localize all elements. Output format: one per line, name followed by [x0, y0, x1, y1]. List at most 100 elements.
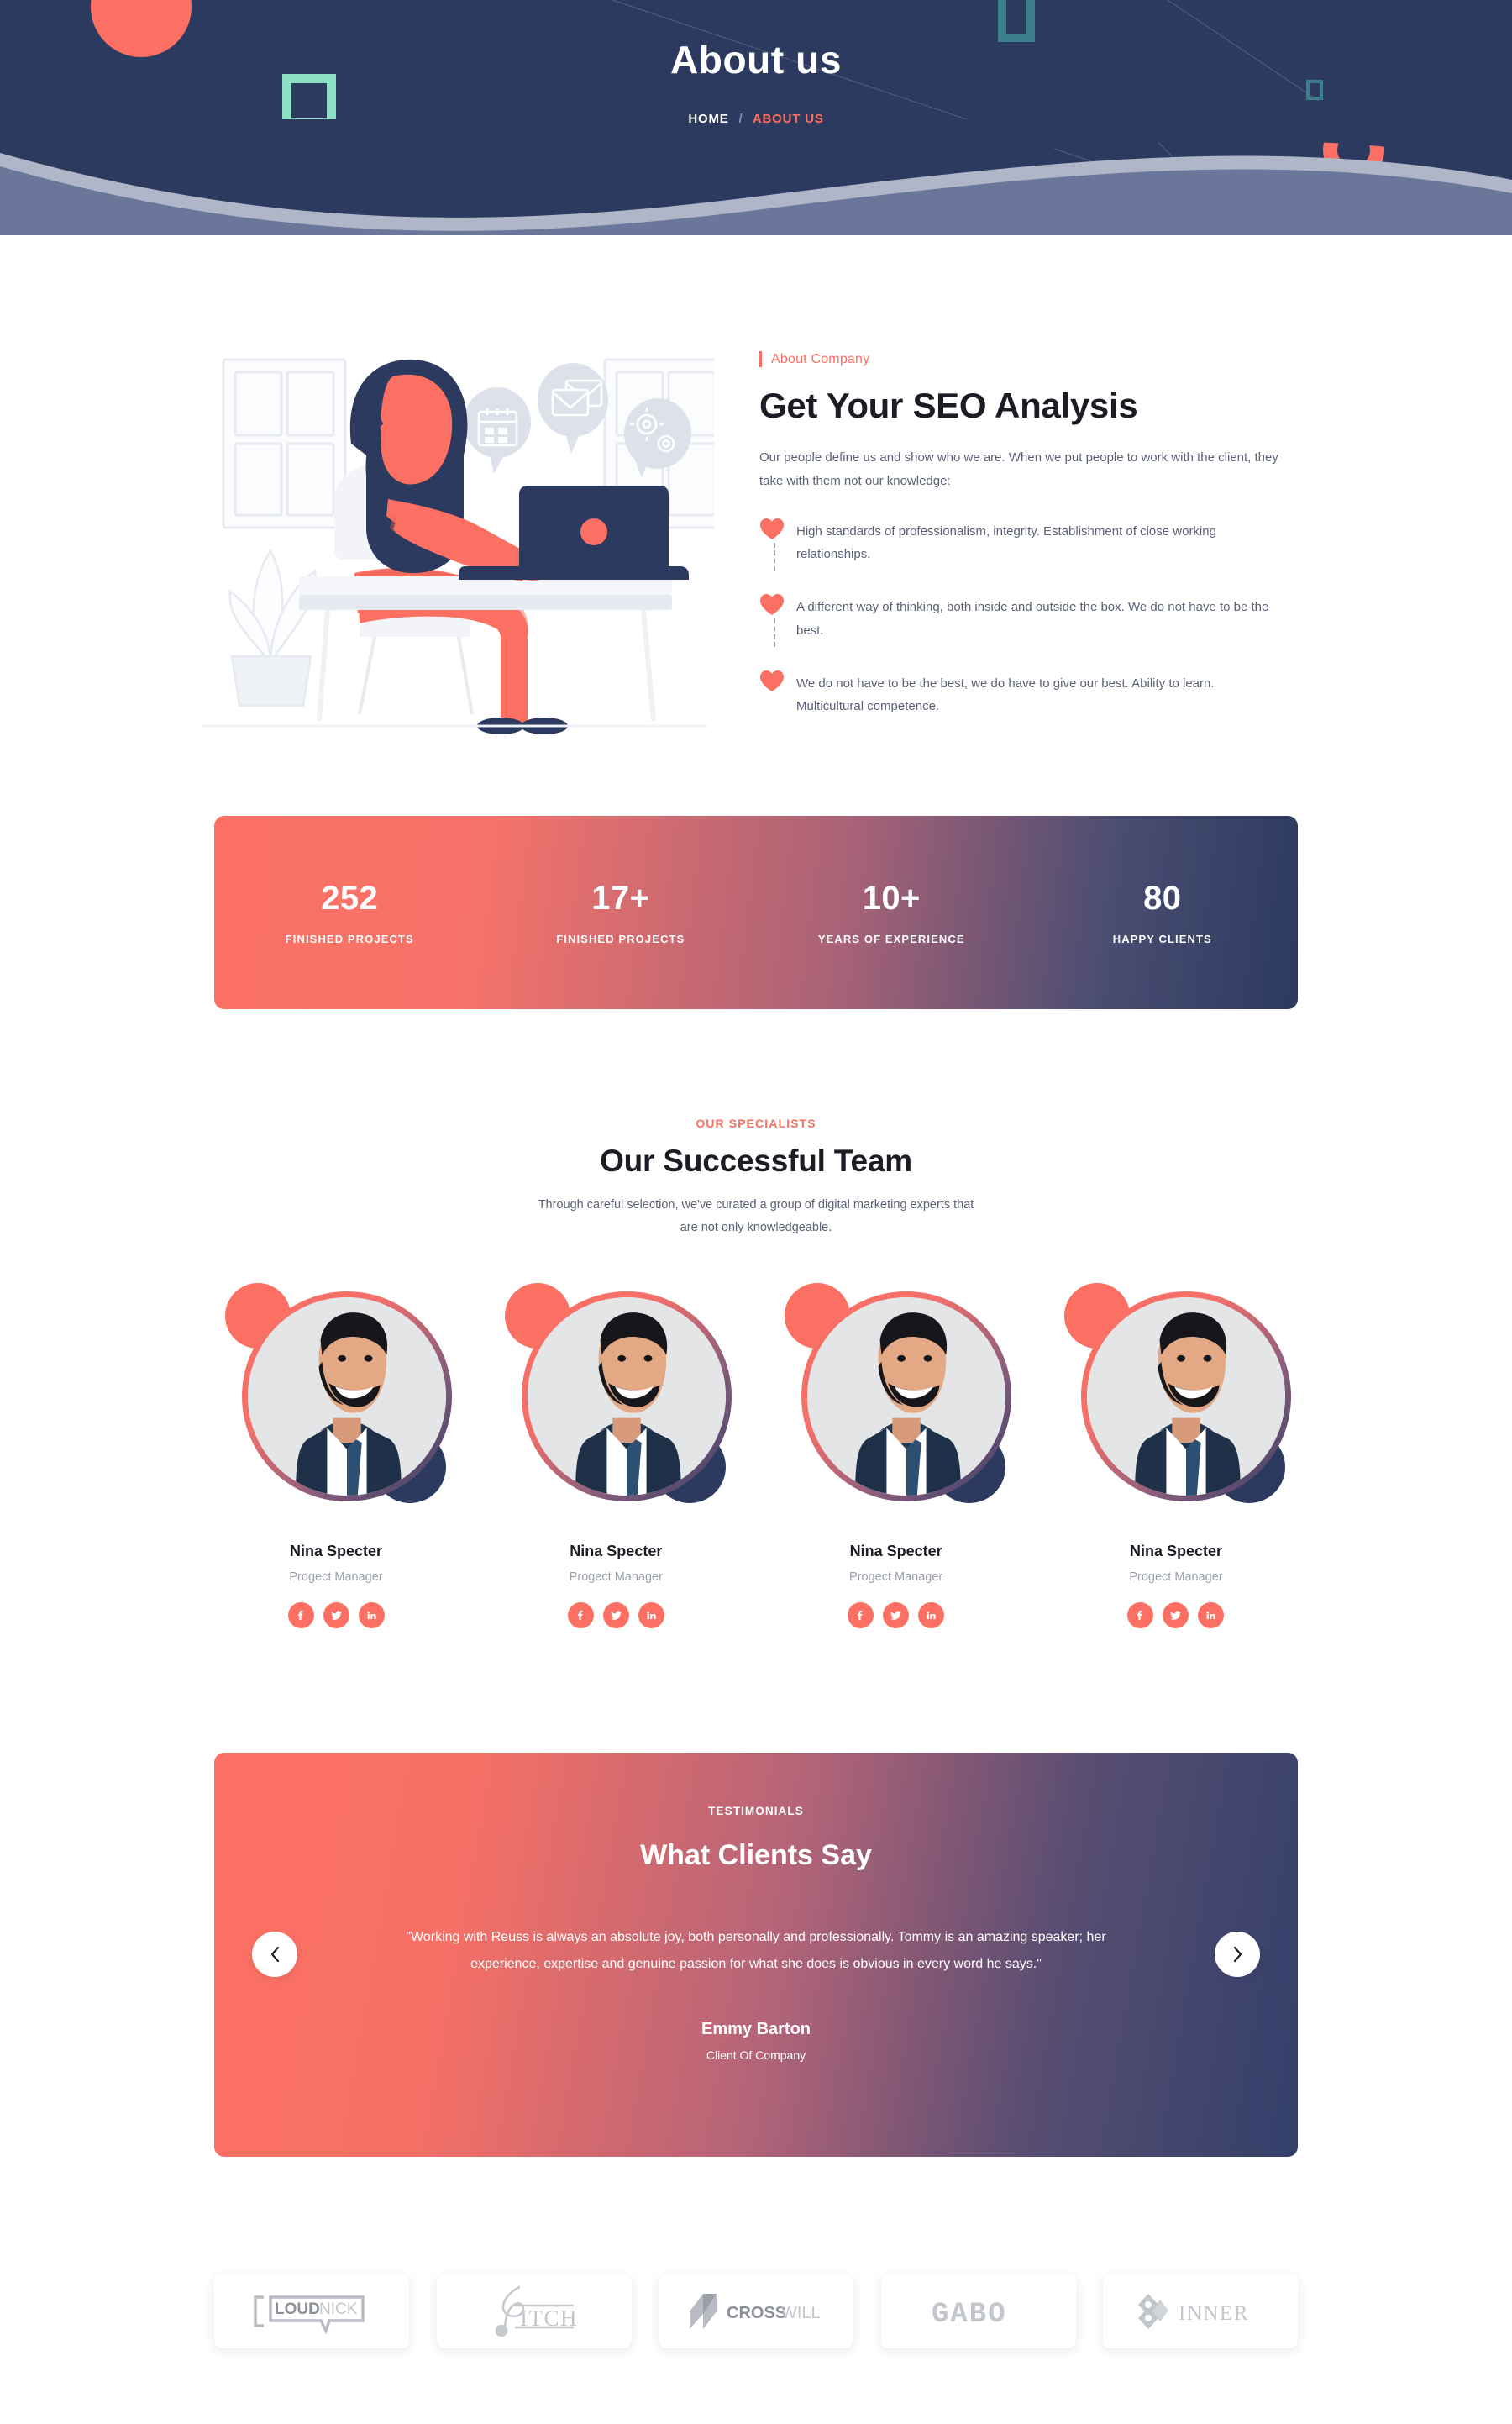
- facebook-icon[interactable]: [1127, 1601, 1154, 1628]
- team-eyebrow: OUR SPECIALISTS: [696, 1117, 816, 1130]
- avatar-photo: [1087, 1296, 1286, 1496]
- member-socials: [1054, 1601, 1298, 1628]
- crosswill-logo-icon: CROSS WILL: [689, 2293, 821, 2329]
- stats-bar: 252 FINISHED PROJECTS 17+ FINISHED PROJE…: [214, 816, 1298, 1009]
- facebook-icon[interactable]: [848, 1601, 874, 1628]
- pitch-logo-icon: ITCH: [495, 2285, 578, 2337]
- hero-wave-divider: [0, 119, 1512, 235]
- avatar-gradient-ring: [241, 1291, 452, 1501]
- stat-item: 10+ YEARS OF EXPERIENCE: [756, 880, 1027, 945]
- avatar-photo: [247, 1296, 446, 1496]
- team-title: Our Successful Team: [600, 1144, 912, 1178]
- feature-connector-line: [774, 618, 775, 648]
- feature-item: We do not have to be the best, we do hav…: [759, 670, 1298, 718]
- avatar-stage: [224, 1282, 452, 1506]
- avatar-stage: [785, 1282, 1012, 1506]
- heart-icon-wrap: [759, 518, 796, 571]
- loudnick-text-light: NICK: [319, 2300, 358, 2318]
- heart-icon: [760, 518, 784, 539]
- avatar-photo: [807, 1296, 1006, 1496]
- linkedin-icon[interactable]: [1198, 1601, 1225, 1628]
- member-socials: [774, 1601, 1018, 1628]
- inner-text: INNER: [1179, 2302, 1249, 2325]
- stat-value: 10+: [862, 880, 921, 917]
- about-feature-list: High standards of professionalism, integ…: [759, 518, 1298, 718]
- stat-value: 17+: [591, 880, 650, 917]
- about-content: About Company Get Your SEO Analysis Our …: [714, 334, 1298, 718]
- team-member-card[interactable]: Nina Specter Progect Manager: [494, 1282, 738, 1628]
- team-member-card[interactable]: Nina Specter Progect Manager: [1054, 1282, 1298, 1628]
- feature-text: A different way of thinking, both inside…: [796, 600, 1269, 638]
- feature-text: We do not have to be the best, we do hav…: [796, 676, 1215, 714]
- facebook-icon[interactable]: [287, 1601, 314, 1628]
- breadcrumb: HOME / ABOUT US: [0, 112, 1512, 126]
- member-name: Nina Specter: [1129, 1542, 1222, 1559]
- member-name: Nina Specter: [849, 1542, 942, 1559]
- twitter-icon[interactable]: [602, 1601, 629, 1628]
- team-member-card[interactable]: Nina Specter Progect Manager: [214, 1282, 458, 1628]
- page-title: About us: [669, 38, 843, 82]
- avatar-gradient-ring: [521, 1291, 732, 1501]
- brand-logos-row: LOUD NICK ITCH CROSS WILL GABO INNER: [214, 2274, 1298, 2399]
- brand-card-inner[interactable]: INNER: [1103, 2274, 1298, 2348]
- testimonial-author: Emmy Barton: [701, 2019, 811, 2038]
- member-name: Nina Specter: [570, 1542, 663, 1559]
- linkedin-icon[interactable]: [918, 1601, 945, 1628]
- team-member-card[interactable]: Nina Specter Progect Manager: [774, 1282, 1018, 1628]
- stat-value: 252: [321, 880, 379, 917]
- avatar-gradient-ring: [801, 1291, 1012, 1501]
- chevron-left-icon: [270, 1947, 279, 1963]
- avatar-stage: [1064, 1282, 1292, 1506]
- feature-text: High standards of professionalism, integ…: [796, 523, 1216, 562]
- carousel-next-button[interactable]: [1215, 1932, 1260, 1978]
- loudnick-text-bold: LOUD: [275, 2300, 320, 2318]
- stat-label: FINISHED PROJECTS: [556, 933, 685, 945]
- breadcrumb-current: ABOUT US: [752, 112, 824, 126]
- heart-icon-wrap: [759, 670, 796, 693]
- about-company-section: About Company Get Your SEO Analysis Our …: [202, 235, 1298, 742]
- page-hero: About us HOME / ABOUT US: [0, 0, 1512, 235]
- linkedin-icon[interactable]: [358, 1601, 385, 1628]
- breadcrumb-home-link[interactable]: HOME: [688, 112, 728, 126]
- stat-item: 80 HAPPY CLIENTS: [1027, 880, 1299, 945]
- about-eyebrow: About Company: [759, 351, 869, 367]
- brand-card-gabo[interactable]: GABO: [880, 2274, 1076, 2348]
- member-socials: [214, 1601, 458, 1628]
- heart-icon: [760, 670, 784, 692]
- inner-logo-icon: INNER: [1137, 2293, 1249, 2329]
- stat-value: 80: [1143, 880, 1182, 917]
- twitter-icon[interactable]: [323, 1601, 349, 1628]
- chevron-right-icon: [1233, 1947, 1242, 1963]
- hero-square-blue-small: [1306, 80, 1323, 100]
- testimonials-title: What Clients Say: [640, 1838, 872, 1871]
- team-subtitle: Through careful selection, we've curated…: [538, 1198, 974, 1234]
- member-role: Progect Manager: [1129, 1570, 1223, 1584]
- twitter-icon[interactable]: [1163, 1601, 1189, 1628]
- stat-label: YEARS OF EXPERIENCE: [817, 933, 965, 945]
- crosswill-text-bold: CROSS: [727, 2304, 786, 2322]
- twitter-icon[interactable]: [883, 1601, 910, 1628]
- member-role: Progect Manager: [569, 1570, 663, 1584]
- crosswill-text-light: WILL: [781, 2304, 821, 2322]
- feature-item: A different way of thinking, both inside…: [759, 593, 1298, 648]
- breadcrumb-separator: /: [738, 112, 743, 126]
- member-socials: [494, 1601, 738, 1628]
- facebook-icon[interactable]: [567, 1601, 594, 1628]
- testimonial-author-role: Client Of Company: [706, 2048, 806, 2062]
- brand-card-pitch[interactable]: ITCH: [436, 2274, 632, 2348]
- heart-icon-wrap: [759, 593, 796, 648]
- member-role: Progect Manager: [849, 1570, 943, 1584]
- testimonials-section: TESTIMONIALS What Clients Say "Working w…: [214, 1752, 1298, 2157]
- brand-card-loudnick[interactable]: LOUD NICK: [214, 2274, 409, 2348]
- brand-card-crosswill[interactable]: CROSS WILL: [659, 2274, 853, 2348]
- heart-icon: [760, 594, 784, 616]
- stat-label: FINISHED PROJECTS: [285, 933, 414, 945]
- gabo-text: GABO: [932, 2299, 1007, 2331]
- linkedin-icon[interactable]: [638, 1601, 664, 1628]
- about-lead-text: Our people define us and show who we are…: [759, 450, 1278, 488]
- avatar-photo: [527, 1296, 726, 1496]
- carousel-prev-button[interactable]: [252, 1932, 297, 1978]
- gabo-logo-icon: GABO: [932, 2299, 1007, 2331]
- about-illustration: [193, 334, 728, 742]
- pitch-text: ITCH: [520, 2306, 578, 2331]
